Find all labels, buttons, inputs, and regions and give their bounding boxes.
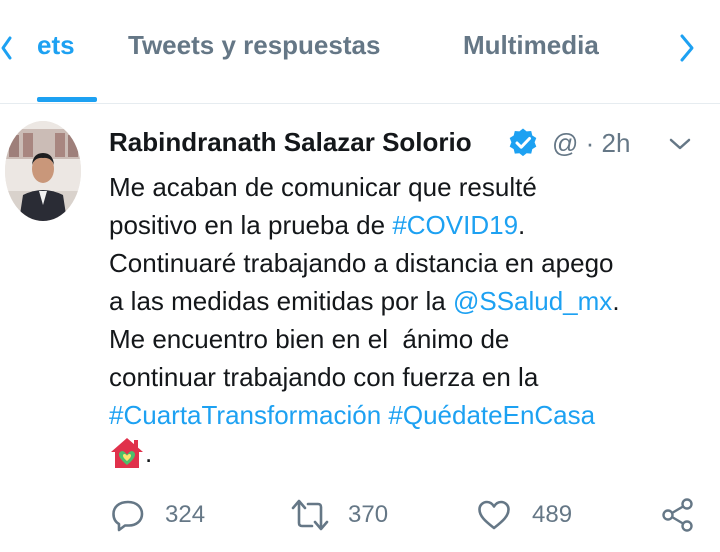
hashtag-link[interactable]: #COVID19 [392, 210, 518, 240]
tweet-line: positivo en la prueba de #COVID19. [109, 206, 709, 244]
tweet-text: Me acaban de comunicar que resulté posit… [109, 168, 709, 472]
reply-button[interactable]: 324 [110, 497, 220, 533]
text-segment: Continuaré trabajando a distancia en ape… [109, 248, 614, 278]
share-button[interactable] [660, 497, 696, 533]
text-segment: . [612, 286, 620, 316]
text-segment: . [518, 210, 526, 240]
avatar-photo [5, 121, 81, 221]
tweet-line: continuar trabajando con fuerza en la [109, 358, 709, 396]
reply-icon [112, 500, 144, 532]
text-segment: Me acaban de comunicar que resulté [109, 172, 537, 202]
like-count: 489 [532, 501, 573, 528]
text-segment: Me encuentro bien en el ánimo de [109, 324, 510, 354]
hashtag-link[interactable]: #QuédateEnCasa [388, 400, 595, 430]
tweet-line: Continuaré trabajando a distancia en ape… [109, 244, 709, 282]
tweet-time[interactable]: 2h [602, 128, 631, 158]
chevron-right-icon[interactable] [676, 30, 698, 66]
tweet-line: #CuartaTransformación #QuédateEnCasa [109, 396, 709, 434]
profile-tab-bar: ets Tweets y respuestas Multimedia [0, 0, 720, 104]
chevron-left-icon[interactable] [0, 28, 14, 68]
active-tab-indicator [37, 97, 97, 102]
tab-media[interactable]: Multimedia [463, 30, 599, 61]
share-icon [662, 498, 693, 532]
reply-count: 324 [165, 501, 206, 528]
author-name[interactable]: Rabindranath Salazar Solorio [109, 127, 472, 158]
tweet-line: Me acaban de comunicar que resulté [109, 168, 709, 206]
chevron-down-icon[interactable] [668, 134, 692, 154]
tab-divider [0, 103, 720, 104]
tweet-line: . [109, 434, 709, 472]
text-segment: a las medidas emitidas por la [109, 286, 453, 316]
tab-tweets[interactable]: ets [37, 30, 75, 61]
avatar[interactable] [5, 121, 81, 221]
text-segment: continuar trabajando con fuerza en la [109, 362, 539, 392]
tab-tweets-and-replies[interactable]: Tweets y respuestas [128, 30, 380, 61]
tweet-line: a las medidas emitidas por la @SSalud_mx… [109, 282, 709, 320]
retweet-icon [291, 499, 329, 531]
heart-icon [478, 500, 510, 530]
author-handle[interactable]: @ [552, 128, 578, 158]
text-segment: . [145, 438, 153, 468]
tweet-line: Me encuentro bien en el ánimo de [109, 320, 709, 358]
verified-badge-icon [509, 128, 537, 157]
meta-separator: · [585, 128, 595, 158]
text-segment: positivo en la prueba de [109, 210, 393, 240]
tweet-meta: @ · 2h [552, 128, 630, 159]
like-button[interactable]: 489 [476, 497, 586, 533]
hashtag-link[interactable]: #CuartaTransformación [109, 400, 381, 430]
retweet-count: 370 [348, 501, 389, 528]
house-with-heart-icon [111, 438, 143, 468]
retweet-button[interactable]: 370 [290, 497, 400, 533]
mention-link[interactable]: @SSalud_mx [453, 286, 612, 316]
